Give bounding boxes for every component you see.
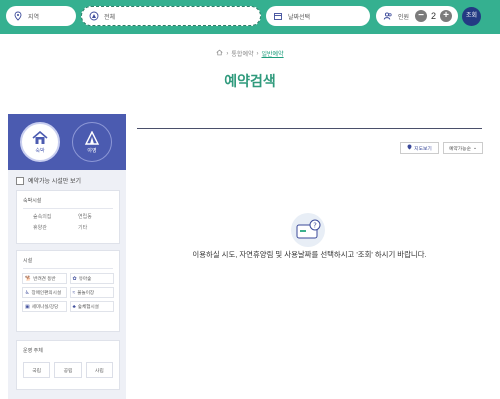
- facility-option-pool[interactable]: ≈ 물놀이장: [69, 287, 114, 298]
- lodging-option[interactable]: 연립동: [68, 213, 113, 220]
- wheelchair-icon: ♿: [25, 289, 30, 296]
- reservation-card-icon: ?: [291, 213, 325, 247]
- category-lodging-label: 숙박: [35, 147, 45, 154]
- lodging-option[interactable]: 숲속의집: [23, 213, 68, 220]
- forest-select[interactable]: 전체: [81, 6, 261, 26]
- empty-state-message: 이용하실 시도, 자연휴양림 및 사용날짜를 선택하시고 '조회' 하시기 바랍…: [192, 250, 427, 259]
- chevron-right-icon: ›: [256, 50, 259, 57]
- map-pin-icon: [12, 10, 24, 22]
- facility-option-forest-experience[interactable]: ♣ 숲체험시설: [69, 301, 114, 312]
- operator-filter: 운영 주체 국립 공립 사립: [16, 340, 120, 390]
- breadcrumb: › 통합예약 › 일반예약: [0, 49, 500, 58]
- facility-label: 물놀이장: [77, 289, 95, 295]
- sort-select[interactable]: 예약가능순 ⌄: [443, 142, 483, 154]
- lodging-filter: 숙박시설 숲속의집 연립동 휴양관 기타: [16, 190, 120, 244]
- minus-button[interactable]: −: [415, 10, 428, 22]
- results-divider: [137, 128, 482, 129]
- category-camping-label: 야영: [87, 147, 97, 154]
- facility-label: 숲체험시설: [77, 303, 99, 309]
- map-view-button[interactable]: 지도보기: [400, 142, 439, 154]
- chevron-right-icon: ›: [226, 50, 229, 57]
- search-button[interactable]: 조회: [462, 7, 481, 26]
- available-only-toggle[interactable]: 예약가능 시설만 보기: [16, 176, 81, 185]
- operator-private-button[interactable]: 사립: [85, 362, 113, 378]
- chevron-down-icon: ⌄: [473, 145, 478, 151]
- dog-icon: 🐕: [25, 275, 32, 282]
- map-pin-icon: [407, 144, 412, 152]
- lodging-title: 숙박시설: [23, 198, 42, 204]
- available-only-label: 예약가능 시설만 보기: [28, 179, 82, 185]
- facility-label: 세미나실/강당: [31, 303, 59, 309]
- facility-option-accessible[interactable]: ♿ 장애인편의시설: [22, 287, 67, 298]
- operator-title: 운영 주체: [23, 348, 43, 354]
- date-select[interactable]: 날짜선택: [266, 6, 370, 26]
- date-label: 날짜선택: [288, 14, 311, 21]
- plus-button[interactable]: +: [440, 10, 453, 22]
- people-count: 2: [431, 11, 437, 21]
- facility-option-pet[interactable]: 🐕 반려견 동반: [22, 273, 67, 284]
- lodging-option[interactable]: 휴양관: [23, 224, 68, 231]
- sort-select-value: 예약가능순: [448, 146, 472, 152]
- seminar-icon: ▣: [25, 303, 30, 310]
- operator-national-button[interactable]: 국립: [23, 362, 51, 378]
- forest-label: 전체: [104, 14, 116, 21]
- facility-label: 장애인편의시설: [31, 289, 62, 295]
- region-select[interactable]: 지역: [6, 6, 76, 26]
- breadcrumb-level1[interactable]: 통합예약: [231, 49, 253, 58]
- calendar-icon: [272, 10, 284, 22]
- facility-title: 시설: [23, 258, 33, 264]
- facility-label: 유아숲: [78, 275, 92, 281]
- people-stepper: 인원 − 2 +: [376, 6, 458, 26]
- page-title: 예약검색: [224, 73, 276, 89]
- tent-icon: [84, 129, 100, 147]
- home-icon[interactable]: [216, 49, 223, 58]
- tree-icon: ♣: [72, 303, 76, 310]
- svg-text:?: ?: [313, 222, 317, 230]
- facility-label: 반려견 동반: [33, 275, 56, 281]
- category-camping[interactable]: 야영: [72, 122, 112, 162]
- people-icon: [382, 10, 394, 22]
- category-header: 숙박 야영: [8, 114, 126, 170]
- sprout-icon: ✿: [72, 275, 77, 282]
- pool-icon: ≈: [72, 289, 76, 296]
- lodging-option[interactable]: 기타: [68, 224, 113, 231]
- facility-option-seminar[interactable]: ▣ 세미나실/강당: [22, 301, 67, 312]
- facility-option-kids-forest[interactable]: ✿ 유아숲: [69, 273, 114, 284]
- breadcrumb-level2[interactable]: 일반예약: [262, 49, 284, 58]
- operator-public-button[interactable]: 공립: [54, 362, 82, 378]
- region-label: 지역: [28, 14, 40, 21]
- available-only-checkbox[interactable]: [16, 176, 24, 185]
- building-icon: [32, 130, 48, 147]
- category-lodging[interactable]: 숙박: [20, 122, 60, 162]
- filter-sidebar: 숙박 야영 예약가능 시설만 보기 숙박시설 숲속의집 연립동 휴양관 기타 시…: [8, 114, 126, 399]
- forest-icon: [88, 10, 100, 22]
- people-label: 인원: [398, 14, 410, 21]
- search-bar: 지역 전체 날짜선택 인원 − 2 + 조회: [0, 0, 500, 34]
- map-view-label: 지도보기: [414, 146, 432, 152]
- facility-filter: 시설 🐕 반려견 동반 ✿ 유아숲 ♿ 장애인편의시설 ≈ 물놀이장 ▣ 세미나실/강당 …: [16, 250, 120, 332]
